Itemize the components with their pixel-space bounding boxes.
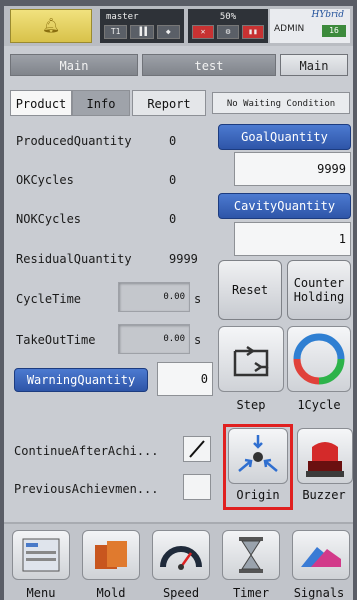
brand-logo: HYbrid bbox=[311, 10, 345, 20]
buzzer-button[interactable] bbox=[297, 428, 353, 484]
residual-quantity-value: 9999 bbox=[169, 252, 198, 266]
takeout-time-value: 0.00 bbox=[118, 324, 190, 354]
status-bar: 🔔︎ master T1 ▐▐ ◆ 50% ✕ ⚙ ▮▮ HYbrid ADMI… bbox=[4, 6, 353, 46]
cycle-time-label: CycleTime bbox=[16, 292, 82, 306]
mode-cell: ▐▐ bbox=[130, 25, 154, 39]
tab-info[interactable]: Info bbox=[72, 90, 130, 116]
produced-quantity-value: 0 bbox=[169, 134, 177, 148]
speed-label: Speed bbox=[162, 586, 200, 600]
cycle-time-value: 0.00 bbox=[118, 282, 190, 312]
counter-holding-button[interactable]: Counter Holding bbox=[287, 260, 351, 320]
counter-label: Counter bbox=[293, 276, 345, 290]
takeout-time-label: TakeOutTime bbox=[16, 333, 96, 347]
reset-label: Reset bbox=[231, 283, 269, 297]
nok-cycles-value: 0 bbox=[169, 212, 177, 226]
warning-quantity-button[interactable]: WarningQuantity bbox=[14, 368, 148, 392]
goal-quantity-button[interactable]: GoalQuantity bbox=[218, 124, 351, 150]
one-cycle-button[interactable] bbox=[287, 326, 351, 392]
buzzer-label: Buzzer bbox=[302, 488, 346, 502]
ok-cycles-value: 0 bbox=[169, 173, 177, 187]
warning-quantity-input[interactable]: 0 bbox=[157, 362, 213, 396]
user-level: 16 bbox=[322, 25, 346, 37]
timer-label: Timer bbox=[232, 586, 270, 600]
signals-label: Signals bbox=[293, 586, 345, 600]
residual-quantity-label: ResidualQuantity bbox=[16, 252, 132, 266]
step-icon bbox=[233, 345, 269, 377]
user-name: ADMIN bbox=[274, 24, 305, 34]
step-label: Step bbox=[236, 398, 266, 412]
holding-label: Holding bbox=[293, 290, 345, 304]
alarm-indicator[interactable]: 🔔︎ bbox=[10, 9, 92, 43]
speed-cell: ▮▮ bbox=[242, 25, 264, 39]
branch-label: master bbox=[106, 12, 139, 22]
speed-cell: ✕ bbox=[192, 25, 214, 39]
bell-icon: 🔔︎ bbox=[42, 18, 60, 34]
reset-button[interactable]: Reset bbox=[218, 260, 282, 320]
tab-main[interactable]: Main bbox=[280, 54, 348, 76]
cycle-icon bbox=[293, 333, 345, 385]
menu-button[interactable] bbox=[12, 530, 70, 580]
hourglass-icon bbox=[239, 537, 263, 573]
checkmark-icon bbox=[189, 440, 205, 458]
mold-label: Mold bbox=[96, 586, 126, 600]
tab-main-left[interactable]: Main bbox=[10, 54, 138, 76]
produced-quantity-label: ProducedQuantity bbox=[16, 134, 132, 148]
menu-label: Menu bbox=[26, 586, 56, 600]
bottom-dock: Menu Mold Speed Timer Signals bbox=[4, 522, 353, 600]
takeout-time-unit: s bbox=[194, 333, 202, 347]
continue-after-achievement-label: ContinueAfterAchi... bbox=[14, 444, 159, 458]
tab-test[interactable]: test bbox=[142, 54, 276, 76]
goal-quantity-input[interactable]: 9999 bbox=[234, 152, 351, 186]
mold-button[interactable] bbox=[82, 530, 140, 580]
nok-cycles-label: NOKCycles bbox=[16, 212, 82, 226]
highlight-frame bbox=[223, 424, 293, 510]
cavity-quantity-button[interactable]: CavityQuantity bbox=[218, 193, 351, 219]
previous-achievement-checkbox[interactable] bbox=[183, 474, 211, 500]
mode-cell: ◆ bbox=[156, 25, 180, 39]
tab-product[interactable]: Product bbox=[10, 90, 72, 116]
previous-achievement-label: PreviousAchievmen... bbox=[14, 482, 159, 496]
speedometer-icon bbox=[160, 546, 202, 570]
speed-value: 50% bbox=[219, 12, 237, 22]
timer-button[interactable] bbox=[222, 530, 280, 580]
cycle-time-unit: s bbox=[194, 292, 202, 306]
signals-button[interactable] bbox=[292, 530, 350, 580]
step-button[interactable] bbox=[218, 326, 284, 392]
speed-panel[interactable]: 50% ✕ ⚙ ▮▮ bbox=[188, 9, 268, 43]
user-panel[interactable]: HYbrid ADMIN 16 bbox=[270, 9, 350, 43]
continue-after-achievement-checkbox[interactable] bbox=[183, 436, 211, 462]
mode-cell: T1 bbox=[104, 25, 128, 39]
speed-cell: ⚙ bbox=[217, 25, 239, 39]
buzzer-icon bbox=[306, 442, 344, 477]
waiting-condition-button[interactable]: No Waiting Condition bbox=[212, 92, 350, 114]
signals-icon bbox=[301, 547, 341, 567]
ok-cycles-label: OKCycles bbox=[16, 173, 74, 187]
tab-report[interactable]: Report bbox=[132, 90, 206, 116]
cavity-quantity-input[interactable]: 1 bbox=[234, 222, 351, 256]
one-cycle-label: 1Cycle bbox=[297, 398, 341, 412]
mode-panel[interactable]: master T1 ▐▐ ◆ bbox=[100, 9, 184, 43]
menu-icon bbox=[22, 538, 60, 572]
screen: 🔔︎ master T1 ▐▐ ◆ 50% ✕ ⚙ ▮▮ HYbrid ADMI… bbox=[4, 6, 353, 600]
mold-icon bbox=[95, 541, 127, 569]
speed-button[interactable] bbox=[152, 530, 210, 580]
